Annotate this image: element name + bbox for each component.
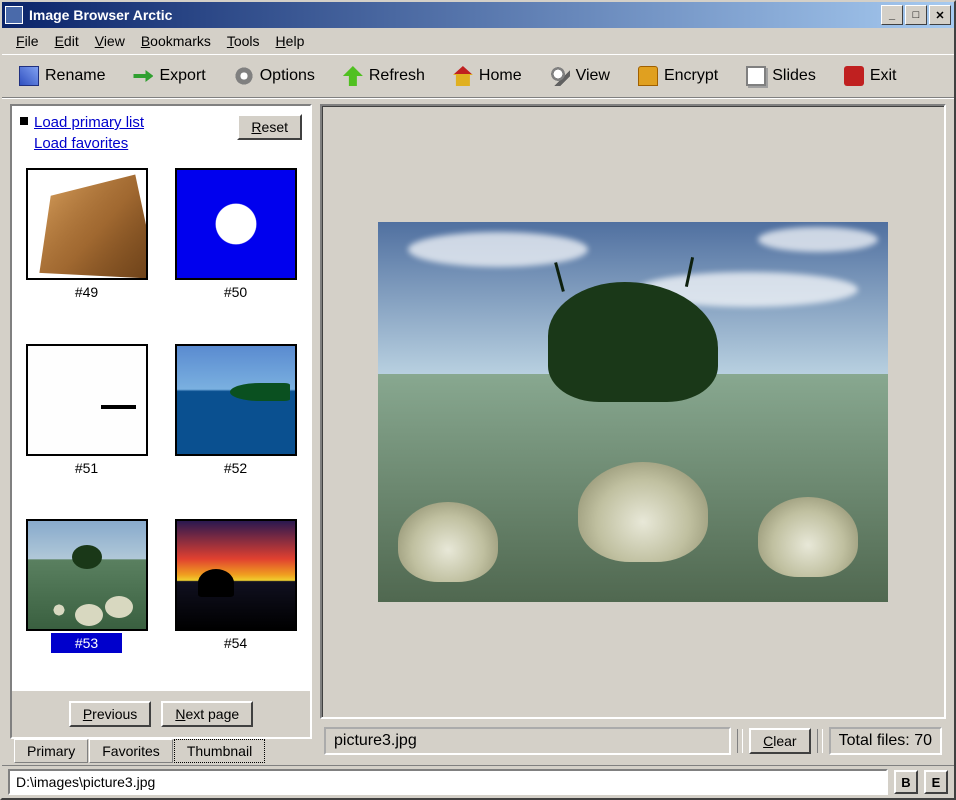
separator [737, 729, 743, 753]
maximize-button[interactable]: □ [905, 5, 927, 25]
lock-icon [638, 66, 658, 86]
thumbnail-label: #54 [200, 633, 271, 653]
search-icon [550, 66, 570, 86]
home-button[interactable]: Home [444, 61, 539, 91]
tab-favorites[interactable]: Favorites [89, 739, 173, 763]
status-bar: D:\images\picture3.jpg B E [2, 765, 954, 798]
menu-bookmarks[interactable]: Bookmarks [135, 31, 217, 51]
filename-field: picture3.jpg [324, 727, 731, 755]
exit-button[interactable]: Exit [835, 61, 914, 91]
thumbnail-label: #49 [51, 282, 122, 302]
b-button[interactable]: B [894, 770, 918, 794]
tab-primary[interactable]: Primary [14, 739, 88, 763]
thumbnail-54[interactable]: #54 [167, 519, 304, 687]
thumbnail-label: #51 [51, 458, 122, 478]
thumbnail-label: #50 [200, 282, 271, 302]
sidebar-tabs: Primary Favorites Thumbnail [10, 739, 312, 763]
menu-tools[interactable]: Tools [221, 31, 266, 51]
rename-button[interactable]: Rename [10, 61, 122, 91]
preview-image [378, 222, 888, 602]
slides-icon [746, 66, 766, 86]
thumbnail-49[interactable]: #49 [18, 168, 155, 336]
refresh-icon [343, 66, 363, 86]
gear-icon [234, 66, 254, 86]
thumbnail-grid: #49 #50 #51 #52 [12, 164, 310, 691]
export-button[interactable]: Export [124, 61, 222, 91]
menu-edit[interactable]: Edit [49, 31, 85, 51]
app-icon [5, 6, 23, 24]
encrypt-button[interactable]: Encrypt [629, 61, 735, 91]
reset-button[interactable]: Reset [237, 114, 302, 140]
path-field: D:\images\picture3.jpg [8, 769, 888, 795]
menubar: File Edit View Bookmarks Tools Help [2, 28, 954, 54]
thumbnail-label: #52 [200, 458, 271, 478]
thumbnail-51[interactable]: #51 [18, 344, 155, 512]
home-icon [453, 66, 473, 86]
export-icon [133, 66, 153, 86]
next-page-button[interactable]: Next page [161, 701, 253, 727]
clear-button[interactable]: Clear [749, 728, 810, 754]
previous-button[interactable]: Previous [69, 701, 151, 727]
menu-file[interactable]: File [10, 31, 45, 51]
menu-help[interactable]: Help [270, 31, 311, 51]
bullet-icon [20, 117, 28, 125]
thumbnail-label: #53 [51, 633, 122, 653]
tab-thumbnail[interactable]: Thumbnail [174, 739, 265, 763]
right-pane: picture3.jpg Clear Total files: 70 [320, 104, 946, 763]
view-button[interactable]: View [541, 61, 627, 91]
preview-panel [320, 104, 946, 719]
total-files-label: Total files: 70 [829, 727, 942, 755]
left-pane: Load primary list Load favorites Reset #… [10, 104, 312, 763]
load-favorites-link[interactable]: Load favorites [20, 135, 237, 152]
rename-icon [19, 66, 39, 86]
app-window: Image Browser Arctic _ □ ✕ File Edit Vie… [0, 0, 956, 800]
close-button[interactable]: ✕ [929, 5, 951, 25]
options-button[interactable]: Options [225, 61, 332, 91]
e-button[interactable]: E [924, 770, 948, 794]
content-area: Load primary list Load favorites Reset #… [2, 100, 954, 765]
minimize-button[interactable]: _ [881, 5, 903, 25]
separator [817, 729, 823, 753]
refresh-button[interactable]: Refresh [334, 61, 442, 91]
toolbar: Rename Export Options Refresh Home View … [2, 54, 954, 98]
slides-button[interactable]: Slides [737, 61, 833, 91]
thumbnail-52[interactable]: #52 [167, 344, 304, 512]
thumbnail-50[interactable]: #50 [167, 168, 304, 336]
menu-view[interactable]: View [89, 31, 131, 51]
load-primary-link[interactable]: Load primary list [20, 114, 237, 131]
thumbnail-53[interactable]: #53 [18, 519, 155, 687]
window-title: Image Browser Arctic [29, 7, 881, 23]
power-icon [844, 66, 864, 86]
preview-status-row: picture3.jpg Clear Total files: 70 [320, 719, 946, 763]
thumbnail-panel: Load primary list Load favorites Reset #… [10, 104, 312, 739]
titlebar: Image Browser Arctic _ □ ✕ [2, 2, 954, 28]
